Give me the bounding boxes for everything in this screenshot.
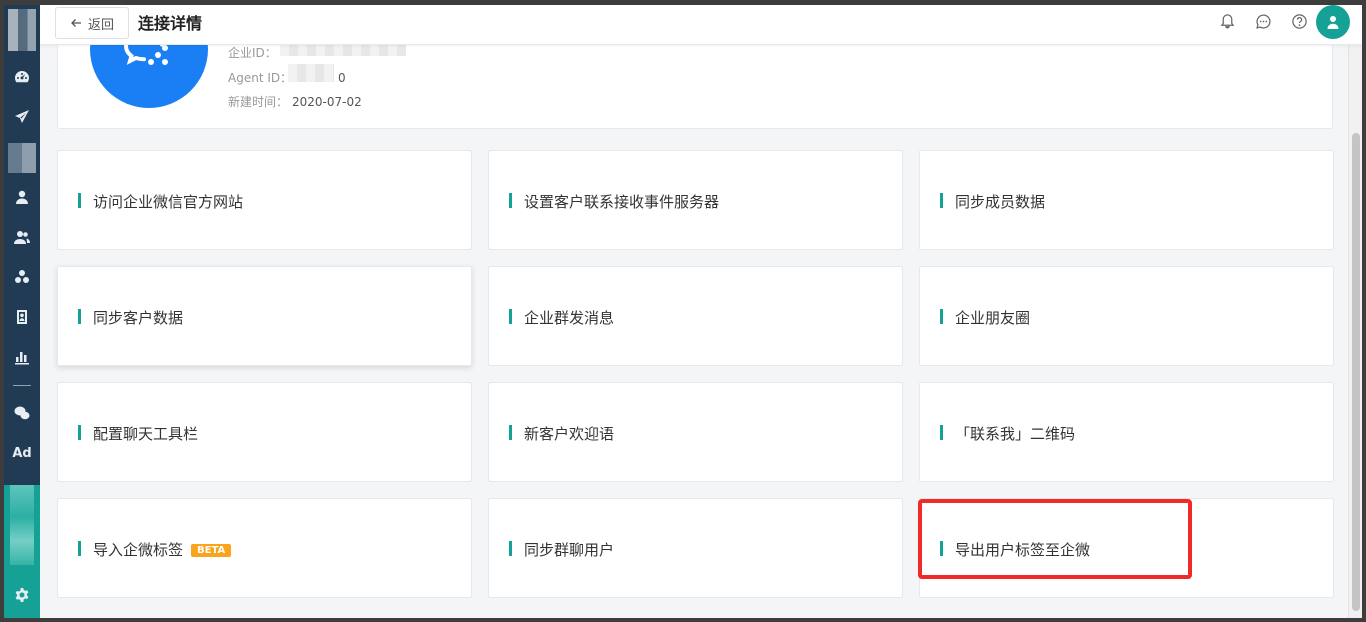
arrow-left-icon <box>71 19 81 27</box>
created-label: 新建时间： <box>228 95 289 109</box>
users-icon[interactable] <box>12 227 32 247</box>
tile-label: 「联系我」二维码 <box>955 425 1076 443</box>
agent-id-value: 0 <box>337 71 346 85</box>
sidebar-divider <box>13 385 31 386</box>
corp-id-label: 企业ID： <box>228 46 277 60</box>
tile-label: 企业群发消息 <box>524 309 615 327</box>
vertical-scrollbar[interactable] <box>1348 5 1362 618</box>
created-row: 新建时间： 2020-07-02 <box>228 93 362 110</box>
user-avatar-icon <box>1327 16 1339 29</box>
tile-accent-bar <box>78 193 81 208</box>
tile-accent-bar <box>940 193 943 208</box>
app-window: Ad 企业ID： Agent ID： 0 新建时间： 2020-07-02 访问… <box>0 0 1366 622</box>
blurred-logo <box>8 9 36 51</box>
wechat-icon[interactable] <box>12 403 32 423</box>
tile-label: 同步客户数据 <box>93 309 184 327</box>
tile-label: 新客户欢迎语 <box>524 425 615 443</box>
group-icon[interactable] <box>12 267 32 287</box>
tile-accent-bar <box>78 309 81 324</box>
highlight-annotation-box <box>918 499 1192 579</box>
tile-import-tags[interactable]: 导入企微标签 BETA <box>57 498 472 598</box>
created-value: 2020-07-02 <box>292 95 362 109</box>
tile-accent-bar <box>78 425 81 440</box>
tile-sync-members[interactable]: 同步成员数据 <box>919 150 1334 250</box>
tile-moments[interactable]: 企业朋友圈 <box>919 266 1334 366</box>
blurred-active-item[interactable] <box>10 485 34 565</box>
tile-event-server[interactable]: 设置客户联系接收事件服务器 <box>488 150 903 250</box>
scrollbar-thumb[interactable] <box>1352 133 1360 611</box>
back-button-label: 返回 <box>87 17 114 33</box>
help-icon[interactable] <box>1290 12 1308 30</box>
send-icon[interactable] <box>12 107 32 127</box>
tile-label: 同步群聊用户 <box>524 541 615 559</box>
user-icon[interactable] <box>12 187 32 207</box>
tile-accent-bar <box>78 541 81 556</box>
tile-accent-bar <box>940 425 943 440</box>
tile-welcome-message[interactable]: 新客户欢迎语 <box>488 382 903 482</box>
tile-sync-customers[interactable]: 同步客户数据 <box>57 266 472 366</box>
sidebar: Ad <box>4 5 40 618</box>
blurred-menu-item[interactable] <box>8 143 36 173</box>
tile-label: 企业朋友圈 <box>955 309 1031 327</box>
tile-label: 导入企微标签 BETA <box>93 539 232 560</box>
top-header: 返回 连接详情 <box>40 5 1362 45</box>
tile-label: 设置客户联系接收事件服务器 <box>524 193 720 211</box>
bell-icon[interactable] <box>1218 12 1236 30</box>
tile-label-text: 导入企微标签 <box>93 541 184 559</box>
dashboard-icon[interactable] <box>12 67 32 87</box>
tile-visit-official-site[interactable]: 访问企业微信官方网站 <box>57 150 472 250</box>
tile-label: 访问企业微信官方网站 <box>93 193 244 211</box>
tile-label: 同步成员数据 <box>955 193 1046 211</box>
tile-accent-bar <box>509 309 512 324</box>
back-button[interactable]: 返回 <box>55 7 129 39</box>
corp-id-row: 企业ID： <box>228 44 277 61</box>
chat-icon[interactable] <box>1254 12 1272 30</box>
page-title: 连接详情 <box>138 14 203 33</box>
tile-contact-me-qr[interactable]: 「联系我」二维码 <box>919 382 1334 482</box>
main-content: 企业ID： Agent ID： 0 新建时间： 2020-07-02 访问企业微信… <box>40 5 1348 618</box>
tile-label: 配置聊天工具栏 <box>93 425 199 443</box>
tile-accent-bar <box>509 425 512 440</box>
tile-accent-bar <box>509 541 512 556</box>
tile-group-message[interactable]: 企业群发消息 <box>488 266 903 366</box>
bar-chart-icon[interactable] <box>12 347 32 367</box>
ad-icon[interactable]: Ad <box>12 443 32 463</box>
user-avatar[interactable] <box>1316 5 1350 39</box>
tile-sync-group-users[interactable]: 同步群聊用户 <box>488 498 903 598</box>
agent-id-label: Agent ID： <box>228 71 293 85</box>
contact-card-icon[interactable] <box>12 307 32 327</box>
redacted-agent-id <box>288 64 334 82</box>
tile-accent-bar <box>940 309 943 324</box>
tile-accent-bar <box>509 193 512 208</box>
beta-badge: BETA <box>191 544 232 557</box>
tile-chat-toolbar[interactable]: 配置聊天工具栏 <box>57 382 472 482</box>
settings-icon[interactable] <box>12 585 32 605</box>
